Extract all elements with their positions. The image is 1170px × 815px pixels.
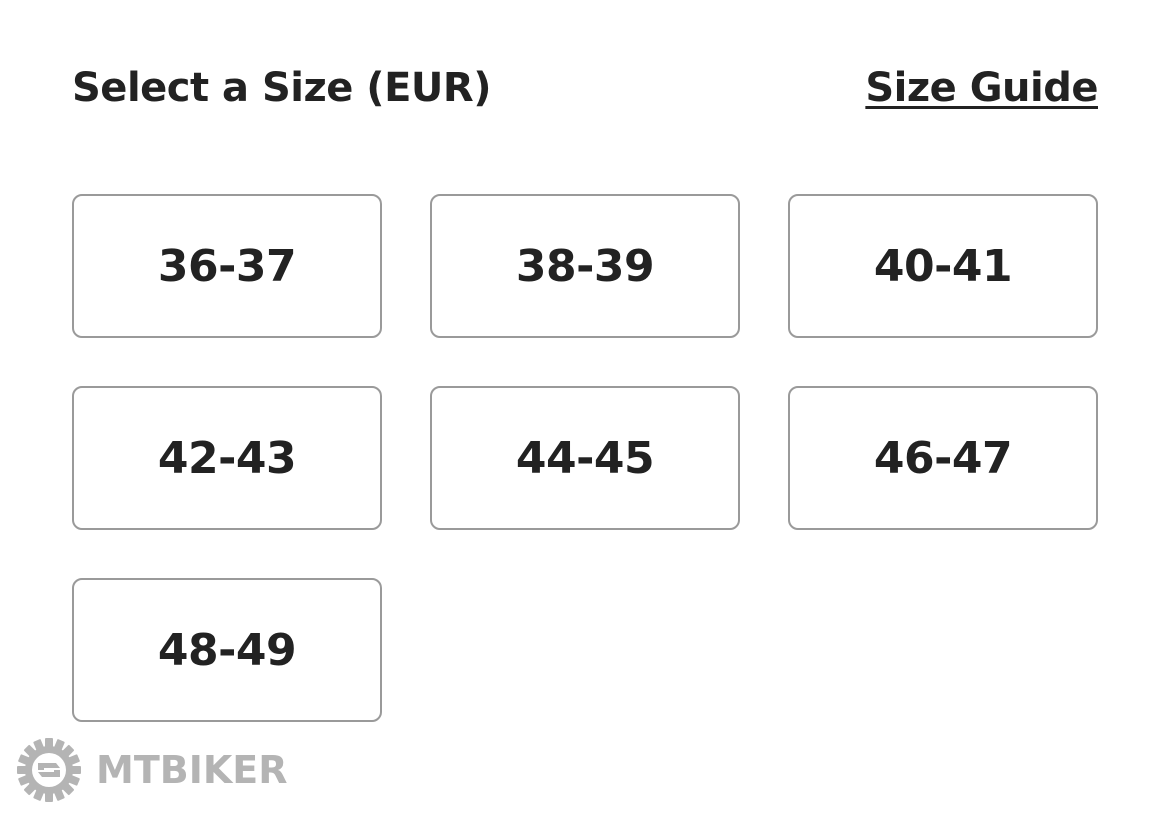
size-option-label: 38-39	[515, 240, 655, 292]
size-option-48-49[interactable]: 48-49	[72, 578, 382, 722]
size-guide-link[interactable]: Size Guide	[865, 65, 1098, 111]
size-option-label: 40-41	[873, 240, 1013, 292]
size-option-36-37[interactable]: 36-37	[72, 194, 382, 338]
size-option-label: 46-47	[873, 432, 1013, 484]
size-options-grid: 36-37 38-39 40-41 42-43 44-45 46-47 48-4…	[72, 194, 1098, 722]
size-option-label: 44-45	[515, 432, 655, 484]
size-option-label: 42-43	[157, 432, 297, 484]
size-option-38-39[interactable]: 38-39	[430, 194, 740, 338]
size-selector-header: Select a Size (EUR) Size Guide	[72, 58, 1098, 118]
page-title: Select a Size (EUR)	[72, 65, 491, 111]
size-option-label: 48-49	[157, 624, 297, 676]
size-option-42-43[interactable]: 42-43	[72, 386, 382, 530]
watermark-text: MTBIKER	[96, 748, 288, 792]
mtbiker-watermark: MTBIKER	[16, 736, 288, 804]
size-option-40-41[interactable]: 40-41	[788, 194, 1098, 338]
size-option-44-45[interactable]: 44-45	[430, 386, 740, 530]
size-option-46-47[interactable]: 46-47	[788, 386, 1098, 530]
size-option-label: 36-37	[157, 240, 297, 292]
gear-s-logo-icon	[17, 738, 81, 802]
